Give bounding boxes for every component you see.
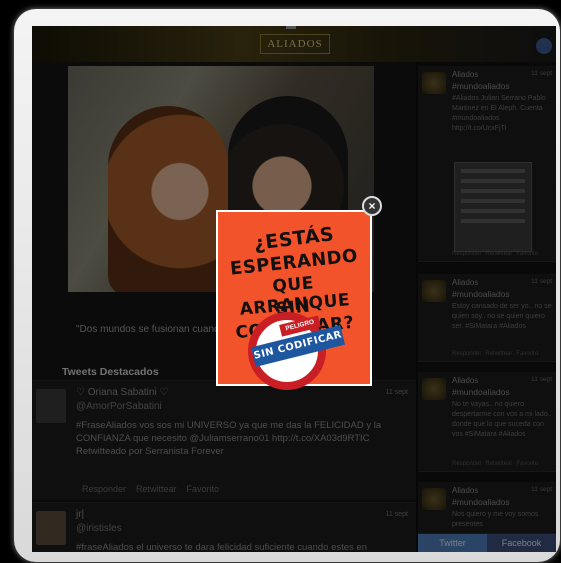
tablet-screen: ALIADOS "Dos mundos se fusionan cuando T… (32, 26, 556, 552)
webpage: ALIADOS "Dos mundos se fusionan cuando T… (32, 26, 556, 552)
promo-popup[interactable]: ¿ESTÁS ESPERANDO QUE ARRANQUE SIN CODIFI… (216, 210, 372, 390)
close-icon[interactable]: × (362, 196, 382, 216)
